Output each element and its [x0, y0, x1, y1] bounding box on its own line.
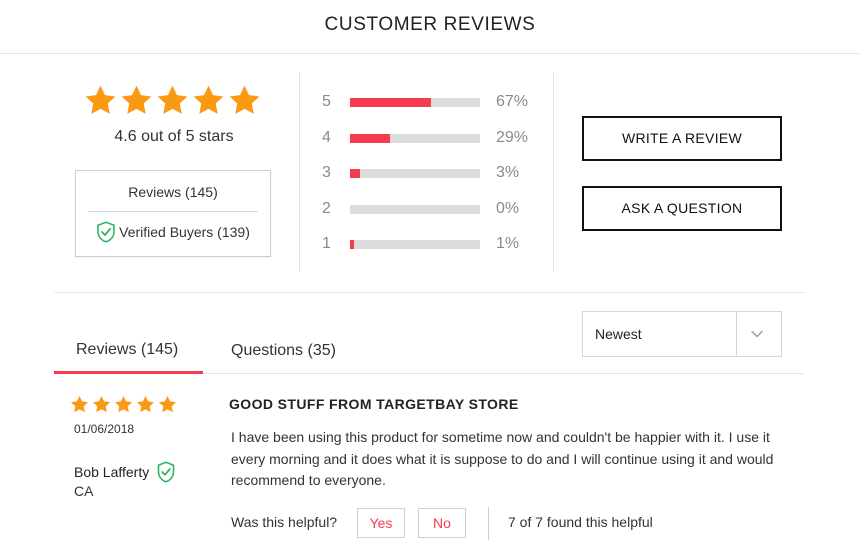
- sort-divider: [736, 312, 737, 356]
- summary-bottom-divider: [54, 292, 804, 293]
- helpful-no-button[interactable]: No: [418, 508, 466, 538]
- active-tab-indicator: [54, 371, 203, 374]
- rating-bar-fill: [350, 133, 391, 143]
- star-icon: [156, 84, 189, 117]
- average-rating-stars: [84, 84, 261, 117]
- verified-buyers: Verified Buyers (139): [76, 221, 270, 243]
- review-title: GOOD STUFF FROM TARGETBAY STORE: [229, 396, 519, 412]
- review-author: Bob Lafferty: [74, 461, 175, 483]
- rating-star-level: 3: [322, 164, 331, 182]
- rating-percent: 0%: [496, 199, 520, 217]
- rating-distribution-row: 3 3%: [322, 163, 542, 183]
- star-icon: [114, 395, 133, 414]
- rating-distribution-row: 4 29%: [322, 128, 542, 148]
- star-icon: [158, 395, 177, 414]
- count-box-divider: [88, 211, 258, 212]
- star-icon: [70, 395, 89, 414]
- rating-percent: 67%: [496, 93, 529, 110]
- rating-star-level: 2: [322, 199, 331, 217]
- verified-buyers-label: Verified Buyers (139): [119, 224, 250, 240]
- write-review-button[interactable]: WRITE A REVIEW: [582, 116, 782, 161]
- rating-bar-track: [350, 169, 480, 179]
- rating-bar-fill: [350, 98, 431, 107]
- review-body: I have been using this product for somet…: [231, 429, 774, 488]
- rating-star-level: 5: [322, 93, 331, 110]
- rating-distribution-row: 5 67%: [322, 92, 542, 112]
- verified-shield-icon: [96, 221, 116, 243]
- rating-bar-track: [350, 240, 480, 250]
- star-icon: [228, 84, 261, 117]
- ask-question-button[interactable]: ASK A QUESTION: [582, 186, 782, 231]
- helpful-question: Was this helpful?: [231, 514, 338, 530]
- summary-divider-left: [299, 72, 300, 272]
- rating-bar-track: [350, 98, 480, 107]
- rating-star-level: 1: [322, 235, 331, 253]
- rating-bar-track: [350, 204, 480, 214]
- helpful-count: 7 of 7 found this helpful: [508, 514, 653, 530]
- review-author-name: Bob Lafferty: [74, 464, 150, 480]
- star-icon: [120, 84, 153, 117]
- helpful-divider: [488, 507, 489, 540]
- review-count-box: Reviews (145) Verified Buyers (139): [75, 170, 271, 257]
- tab-reviews[interactable]: Reviews (145): [76, 341, 178, 359]
- rating-percent: 1%: [496, 235, 520, 253]
- average-rating-text: 4.6 out of 5 stars: [114, 128, 234, 145]
- star-icon: [192, 84, 225, 117]
- rating-percent: 3%: [496, 164, 520, 182]
- reviews-header: CUSTOMER REVIEWS: [0, 0, 860, 54]
- star-icon: [136, 395, 155, 414]
- rating-bar-fill: [350, 169, 361, 179]
- rating-bar-fill: [350, 240, 354, 250]
- review-rating-stars: [70, 395, 177, 414]
- sort-select[interactable]: Newest: [582, 311, 782, 357]
- reviews-count-label: Reviews (145): [128, 184, 218, 200]
- rating-distribution-row: 2 0%: [322, 199, 542, 219]
- rating-distribution-row: 1 1%: [322, 234, 542, 254]
- review-author-location: CA: [74, 483, 94, 499]
- rating-bar-track: [350, 133, 480, 143]
- chevron-down-icon: [749, 327, 765, 341]
- rating-star-level: 4: [322, 128, 331, 146]
- summary-divider-right: [553, 72, 554, 272]
- review-date: 01/06/2018: [74, 422, 135, 436]
- star-icon: [92, 395, 111, 414]
- star-icon: [84, 84, 117, 117]
- tab-questions[interactable]: Questions (35): [231, 342, 336, 360]
- helpful-yes-button[interactable]: Yes: [357, 508, 405, 538]
- rating-percent: 29%: [496, 128, 529, 146]
- verified-shield-icon: [157, 461, 175, 483]
- page-title: CUSTOMER REVIEWS: [324, 14, 536, 35]
- sort-selected-value: Newest: [595, 326, 642, 342]
